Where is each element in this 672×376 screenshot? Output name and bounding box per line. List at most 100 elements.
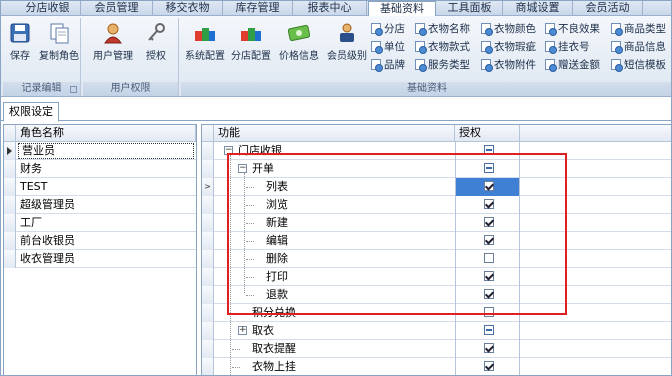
role-row[interactable]: 营业员 (4, 142, 196, 160)
row-indicator (4, 214, 16, 232)
row-indicator (202, 322, 214, 340)
branch-button[interactable]: 分店 (371, 21, 405, 37)
branch-config-button[interactable]: 分店配置 (229, 22, 273, 62)
money-icon (288, 24, 310, 42)
function-row[interactable]: 取衣提醒 (202, 340, 671, 358)
copy-icon (50, 23, 69, 44)
auth-cell (455, 340, 520, 358)
content-tab-strip: 权限设定 (1, 101, 671, 122)
settings-icon (611, 23, 623, 36)
expand-icon[interactable]: + (238, 326, 247, 335)
record-edit-caption: 记录编辑 (3, 82, 80, 96)
unit-button[interactable]: 单位 (371, 39, 405, 55)
record-edit-group: 保存 复制角色 记录编辑 (3, 18, 81, 96)
tab-branch-cashier[interactable]: 分店收银 (15, 1, 81, 16)
gift-amount-button[interactable]: 赠送金额 (545, 57, 600, 73)
tab-member-management[interactable]: 会员管理 (81, 1, 153, 16)
settings-icon (371, 41, 383, 54)
role-row[interactable]: TEST (4, 178, 196, 196)
system-config-button[interactable]: 系统配置 (183, 22, 227, 62)
role-name: 超级管理员 (20, 198, 75, 211)
function-label: 取衣 (252, 324, 274, 337)
settings-icon (545, 41, 557, 54)
auth-checkbox[interactable] (484, 343, 494, 353)
row-indicator (202, 142, 214, 160)
copy-role-button[interactable]: 复制角色 (37, 22, 81, 62)
row-indicator (4, 232, 16, 250)
product-info-button[interactable]: 商品信息 (611, 39, 666, 55)
function-header[interactable]: 功能 (214, 125, 455, 142)
settings-icon (545, 59, 557, 72)
role-grid: 角色名称 营业员 财务 TEST 超级管理员 工厂 前台收银员 收衣管理员 (3, 124, 197, 375)
function-row[interactable]: 衣物上挂 (202, 358, 671, 375)
function-label: 取衣提醒 (252, 342, 296, 355)
authorize-button[interactable]: 授权 (141, 22, 171, 62)
settings-icon (545, 23, 557, 36)
save-button[interactable]: 保存 (7, 22, 33, 62)
row-indicator (202, 214, 214, 232)
annotation-highlight-box (227, 153, 567, 315)
tab-tools-panel[interactable]: 工具面板 (437, 1, 503, 16)
bad-effect-button[interactable]: 不良效果 (545, 21, 600, 37)
product-type-button[interactable]: 商品类型 (611, 21, 666, 37)
settings-icon (611, 59, 623, 72)
function-row[interactable]: + 取衣 (202, 322, 671, 340)
clothes-flaw-button[interactable]: 衣物瑕疵 (481, 39, 536, 55)
tab-basic-data[interactable]: 基础资料 (368, 1, 436, 17)
row-indicator (202, 286, 214, 304)
service-type-button[interactable]: 服务类型 (415, 57, 470, 73)
user-permission-caption: 用户权限 (83, 82, 178, 96)
settings-icon (481, 59, 493, 72)
role-name-header[interactable]: 角色名称 (16, 125, 196, 142)
empty-header (520, 125, 671, 142)
user-management-button[interactable]: 用户管理 (91, 22, 135, 62)
row-indicator (4, 178, 16, 196)
member-level-button[interactable]: 会员级别 (325, 22, 369, 62)
role-row[interactable]: 工厂 (4, 214, 196, 232)
tab-report-center[interactable]: 报表中心 (293, 1, 367, 16)
sms-template-button[interactable]: 短信模板 (611, 57, 666, 73)
role-name: 前台收银员 (20, 234, 75, 247)
role-name: TEST (20, 180, 48, 193)
brand-button[interactable]: 品牌 (371, 57, 405, 73)
row-indicator (202, 232, 214, 250)
role-row[interactable]: 超级管理员 (4, 196, 196, 214)
auth-header[interactable]: 授权 (455, 125, 520, 142)
role-row[interactable]: 财务 (4, 160, 196, 178)
row-indicator (202, 160, 214, 178)
role-name: 工厂 (20, 216, 42, 229)
tab-permission-settings[interactable]: 权限设定 (3, 102, 59, 122)
tab-member-activity[interactable]: 会员活动 (573, 1, 643, 16)
tab-mall-settings[interactable]: 商城设置 (503, 1, 573, 16)
row-indicator: > (202, 178, 214, 196)
settings-icon (371, 23, 383, 36)
settings-icon (481, 23, 493, 36)
hanger-number-button[interactable]: 挂衣号 (545, 39, 590, 55)
menu-tab-bar: 分店收银 会员管理 移交衣物 库存管理 报表中心 基础资料 工具面板 商城设置 … (1, 1, 671, 17)
settings-icon (371, 59, 383, 72)
row-indicator (202, 340, 214, 358)
current-row-arrow-icon: > (204, 182, 211, 191)
settings-icon (611, 41, 623, 54)
tab-inventory[interactable]: 库存管理 (223, 1, 293, 16)
row-indicator-header (202, 125, 214, 142)
row-indicator (202, 268, 214, 286)
role-row[interactable]: 前台收银员 (4, 232, 196, 250)
row-indicator (4, 196, 16, 214)
clothes-attachment-button[interactable]: 衣物附件 (481, 57, 536, 73)
row-indicator (4, 250, 16, 268)
clothes-color-button[interactable]: 衣物颜色 (481, 21, 536, 37)
basic-data-caption: 基础资料 (181, 82, 671, 96)
clothes-style-button[interactable]: 衣物款式 (415, 39, 470, 55)
auth-checkbox[interactable] (484, 361, 494, 371)
clothes-name-button[interactable]: 衣物名称 (415, 21, 470, 37)
auth-checkbox[interactable] (484, 325, 494, 335)
role-name: 财务 (20, 162, 42, 175)
tab-transfer-clothes[interactable]: 移交衣物 (153, 1, 223, 16)
tree-connector (232, 367, 240, 368)
price-info-button[interactable]: 价格信息 (275, 22, 323, 62)
row-indicator (4, 142, 16, 160)
dialog-launcher-icon[interactable] (70, 86, 77, 93)
role-row[interactable]: 收衣管理员 (4, 250, 196, 268)
auth-cell (455, 358, 520, 375)
